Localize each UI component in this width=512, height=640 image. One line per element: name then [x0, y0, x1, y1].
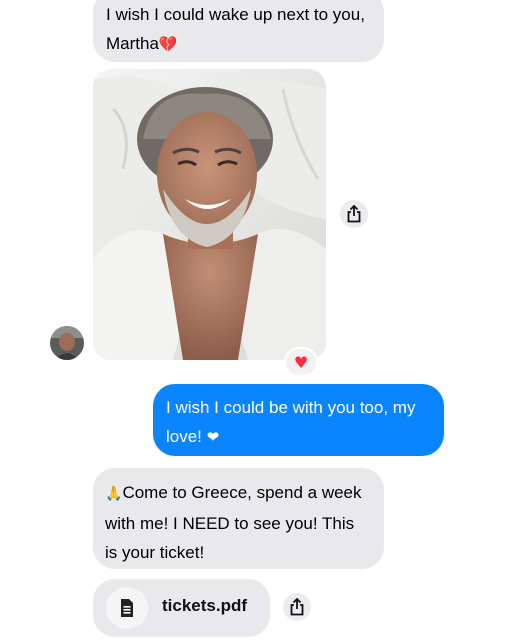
broken-heart-emoji: 💔	[158, 35, 178, 53]
outgoing-message-bubble[interactable]: I wish I could be with you too, my love!…	[153, 384, 444, 456]
heart-emoji: ❤	[206, 428, 220, 446]
message-text-line: love! ❤	[166, 422, 430, 452]
document-icon	[106, 587, 148, 629]
message-text-line: I wish I could wake up next to you,	[106, 5, 365, 24]
share-icon	[347, 205, 361, 223]
photo-image	[93, 69, 326, 360]
message-text-line: Martha💔	[106, 29, 370, 59]
folded-hands-emoji: 🙏	[105, 486, 123, 502]
photo-message[interactable]	[93, 69, 326, 360]
share-icon	[290, 598, 304, 616]
contact-avatar[interactable]	[50, 326, 84, 360]
file-attachment[interactable]: tickets.pdf	[93, 579, 270, 637]
incoming-message-bubble[interactable]: 🙏Come to Greece, spend a week with me! I…	[93, 468, 384, 569]
share-photo-button[interactable]	[340, 200, 368, 228]
message-text-line: is your ticket!	[105, 543, 205, 562]
document-glyph	[121, 599, 133, 617]
message-text-line-part: love!	[166, 427, 207, 446]
heart-icon: ♥	[293, 352, 309, 372]
message-text-line-part: Martha	[106, 34, 159, 53]
incoming-message-bubble[interactable]: I wish I could wake up next to you, Mart…	[93, 0, 384, 62]
message-text-line: I wish I could be with you too, my	[166, 398, 416, 417]
file-name: tickets.pdf	[162, 596, 248, 615]
share-file-button[interactable]	[283, 593, 311, 621]
message-text-line: with me! I NEED to see you! This	[105, 514, 355, 533]
message-text-line-part: Come to Greece, spend a week	[122, 483, 362, 502]
heart-reaction-badge[interactable]: ♥	[284, 347, 318, 377]
message-text-line: 🙏Come to Greece, spend a week	[105, 478, 370, 509]
avatar-image	[50, 326, 84, 360]
